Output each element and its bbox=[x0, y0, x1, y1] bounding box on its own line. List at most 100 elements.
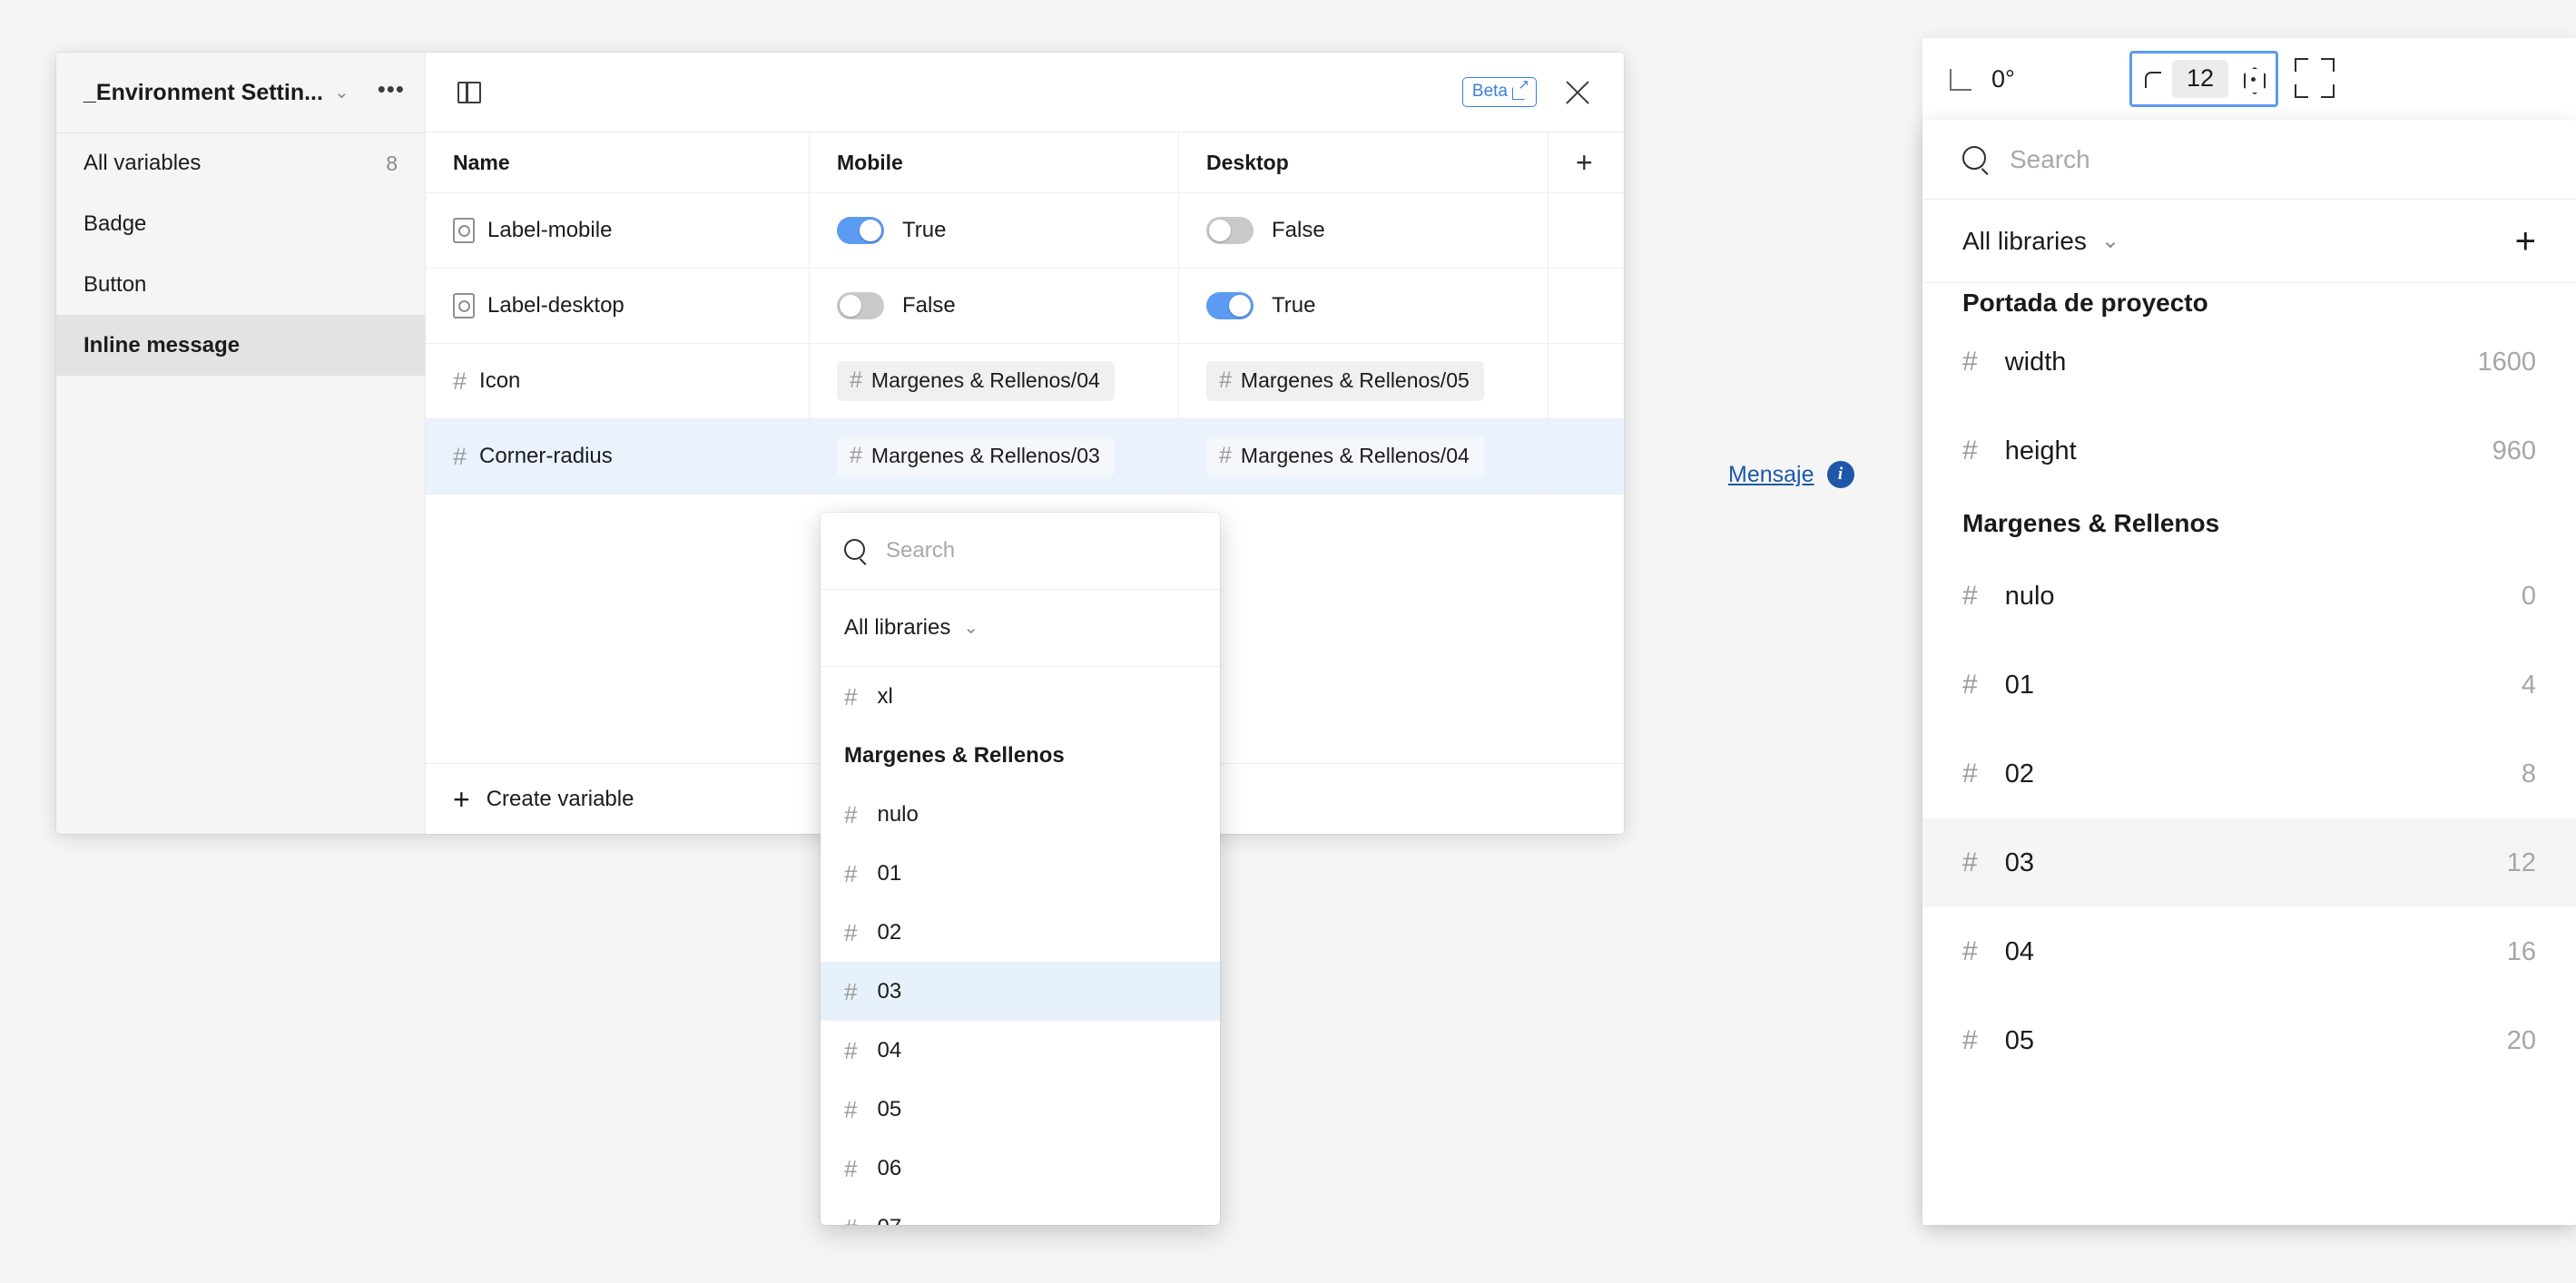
inspector-variable-list: Portada de proyecto # width 1600 # heigh… bbox=[1922, 283, 2576, 1225]
sidebar-item-badge[interactable]: Badge bbox=[56, 193, 425, 254]
row-mobile-cell[interactable]: False bbox=[810, 269, 1179, 343]
independent-corners-icon[interactable] bbox=[2295, 58, 2335, 98]
variable-chip[interactable]: # Margenes & Rellenos/04 bbox=[837, 361, 1115, 401]
beta-badge[interactable]: Beta bbox=[1461, 77, 1537, 107]
number-variable-icon: # bbox=[1962, 670, 1978, 700]
search-icon bbox=[844, 539, 868, 563]
table-row[interactable]: Label-desktop False True bbox=[426, 269, 1624, 344]
list-item-selected[interactable]: # 03 bbox=[821, 962, 1220, 1021]
row-desktop-cell[interactable]: # Margenes & Rellenos/04 bbox=[1179, 419, 1549, 494]
toggle-switch[interactable] bbox=[837, 217, 884, 244]
list-item-label: 03 bbox=[877, 978, 902, 1004]
toggle-value-label: True bbox=[902, 218, 947, 242]
list-item[interactable]: # 07 bbox=[821, 1198, 1220, 1226]
variable-chip[interactable]: # Margenes & Rellenos/04 bbox=[1206, 436, 1484, 476]
library-filter-label: All libraries bbox=[1962, 226, 2087, 255]
number-variable-icon: # bbox=[1962, 581, 1978, 611]
list-item[interactable]: # xl bbox=[821, 667, 1220, 726]
number-variable-icon: # bbox=[1962, 759, 1978, 788]
number-variable-icon: # bbox=[453, 442, 467, 470]
row-spacer-cell bbox=[1549, 269, 1624, 343]
corner-radius-field[interactable]: 12 bbox=[2129, 51, 2278, 107]
table-row[interactable]: Label-mobile True False bbox=[426, 193, 1624, 269]
list-group-header: Portada de proyecto bbox=[1962, 289, 2208, 317]
list-item[interactable]: # 05 bbox=[821, 1080, 1220, 1139]
variable-chip[interactable]: # Margenes & Rellenos/05 bbox=[1206, 361, 1484, 401]
list-item[interactable]: # 01 bbox=[821, 844, 1220, 903]
row-name-cell[interactable]: # Icon bbox=[426, 344, 810, 418]
list-item-label: xl bbox=[877, 683, 893, 709]
list-item-value: 12 bbox=[2506, 847, 2536, 877]
chevron-down-icon[interactable]: ⌄ bbox=[334, 83, 349, 102]
library-filter-label: All libraries bbox=[844, 615, 951, 640]
number-variable-icon: # bbox=[844, 800, 858, 828]
rotation-value[interactable]: 0° bbox=[1991, 65, 2015, 93]
row-desktop-cell[interactable]: # Margenes & Rellenos/05 bbox=[1179, 344, 1549, 418]
toggle-switch[interactable] bbox=[1206, 217, 1254, 244]
row-mobile-cell[interactable]: # Margenes & Rellenos/03 bbox=[810, 419, 1179, 494]
row-desktop-cell[interactable]: False bbox=[1179, 193, 1549, 268]
list-item[interactable]: # height 960 bbox=[1922, 406, 2576, 495]
apply-variable-icon[interactable] bbox=[2241, 66, 2265, 92]
table-row[interactable]: # Icon # Margenes & Rellenos/04 # Margen… bbox=[426, 344, 1624, 419]
list-item-label: 05 bbox=[2004, 1025, 2034, 1055]
corner-radius-value[interactable]: 12 bbox=[2172, 60, 2229, 98]
list-item[interactable]: # nulo 0 bbox=[1922, 552, 2576, 641]
toggle-value-label: False bbox=[1272, 218, 1325, 242]
list-item[interactable]: # 02 8 bbox=[1922, 730, 2576, 818]
panel-toggle-icon[interactable] bbox=[449, 73, 489, 113]
list-item-selected[interactable]: # 03 12 bbox=[1922, 818, 2576, 907]
list-item-label: 01 bbox=[877, 860, 902, 886]
row-name-cell[interactable]: Label-desktop bbox=[426, 269, 810, 343]
create-variable-label: Create variable bbox=[486, 786, 634, 811]
inspector-library-filter[interactable]: All libraries ⌄ + bbox=[1922, 200, 2576, 283]
list-item[interactable]: # 04 bbox=[821, 1021, 1220, 1080]
row-desktop-cell[interactable]: True bbox=[1179, 269, 1549, 343]
number-variable-icon: # bbox=[844, 859, 858, 887]
list-item[interactable]: # 01 4 bbox=[1922, 641, 2576, 730]
row-mobile-cell[interactable]: True bbox=[810, 193, 1179, 268]
collection-header[interactable]: _Environment Settin... ⌄ ••• bbox=[56, 53, 425, 132]
boolean-variable-icon bbox=[453, 218, 475, 243]
list-item[interactable]: # 02 bbox=[821, 903, 1220, 962]
toggle-switch[interactable] bbox=[1206, 292, 1254, 319]
list-item[interactable]: # 04 16 bbox=[1922, 907, 2576, 996]
plus-icon[interactable]: + bbox=[1576, 148, 1593, 177]
sidebar-item-all-variables[interactable]: All variables 8 bbox=[56, 132, 425, 193]
row-name-label: Corner-radius bbox=[479, 444, 613, 468]
list-item-value: 4 bbox=[2521, 670, 2536, 700]
inspector-panel: 0° 12 Search All libraries ⌄ + Portada d bbox=[1922, 38, 2576, 1225]
dropdown-variable-list: # xl Margenes & Rellenos # nulo # 01 # 0… bbox=[821, 667, 1220, 1225]
variable-chip[interactable]: # Margenes & Rellenos/03 bbox=[837, 436, 1115, 476]
canvas-message-link[interactable]: Mensaje i bbox=[1728, 461, 1854, 488]
list-item[interactable]: # width 1600 bbox=[1922, 318, 2576, 406]
dropdown-library-filter[interactable]: All libraries ⌄ bbox=[821, 590, 1220, 667]
sidebar-item-label: Inline message bbox=[84, 332, 241, 357]
inspector-variable-picker: Search All libraries ⌄ + Portada de proy… bbox=[1922, 120, 2576, 1225]
row-name-cell[interactable]: Label-mobile bbox=[426, 193, 810, 268]
sidebar-item-inline-message[interactable]: Inline message bbox=[56, 315, 425, 376]
list-item[interactable]: # 06 bbox=[821, 1139, 1220, 1198]
number-variable-icon: # bbox=[844, 1095, 858, 1123]
row-mobile-cell[interactable]: # Margenes & Rellenos/04 bbox=[810, 344, 1179, 418]
close-icon[interactable] bbox=[1557, 72, 1598, 113]
list-item[interactable]: # 05 20 bbox=[1922, 996, 2576, 1085]
number-variable-icon: # bbox=[844, 1154, 858, 1182]
message-link-label[interactable]: Mensaje bbox=[1728, 462, 1814, 488]
inspector-search-field[interactable]: Search bbox=[1922, 120, 2576, 200]
number-variable-icon: # bbox=[453, 367, 467, 395]
plus-icon[interactable]: + bbox=[2515, 223, 2536, 260]
list-item-value: 0 bbox=[2521, 581, 2536, 611]
table-row[interactable]: # Corner-radius # Margenes & Rellenos/03… bbox=[426, 419, 1624, 495]
list-item-value: 1600 bbox=[2477, 347, 2536, 377]
row-name-cell[interactable]: # Corner-radius bbox=[426, 419, 810, 494]
number-variable-icon: # bbox=[850, 443, 862, 468]
list-item[interactable]: # nulo bbox=[821, 785, 1220, 844]
screen-root: _Environment Settin... ⌄ ••• All variabl… bbox=[0, 0, 2576, 1283]
sidebar-item-label: Button bbox=[84, 271, 147, 297]
sidebar-item-label: Badge bbox=[84, 211, 147, 236]
dropdown-search-field[interactable]: Search bbox=[821, 513, 1220, 590]
toggle-switch[interactable] bbox=[837, 292, 884, 319]
sidebar-item-button[interactable]: Button bbox=[56, 254, 425, 315]
ellipsis-icon[interactable]: ••• bbox=[378, 77, 405, 101]
